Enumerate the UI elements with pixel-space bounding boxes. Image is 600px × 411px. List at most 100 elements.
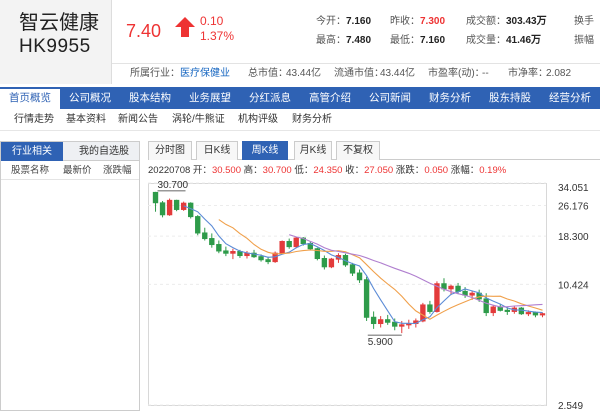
candle-body <box>448 285 454 290</box>
volume-label: 成交量： <box>466 35 506 46</box>
y-tick-label: 18.300 <box>558 232 589 243</box>
pe-label: 市盈率(动)： <box>428 68 485 79</box>
subnav-item[interactable]: 财务分析 <box>292 109 332 131</box>
candle-body <box>370 316 377 325</box>
pe-value: -- <box>482 68 489 79</box>
prev-close-label: 昨收： <box>390 16 420 27</box>
chart-tab[interactable]: 不复权 <box>336 141 380 160</box>
ma10-line <box>218 219 543 320</box>
candle-body <box>377 319 384 325</box>
candle-close-label: 收： <box>345 165 365 176</box>
nav-item[interactable]: 业务展望 <box>180 87 240 109</box>
candle-body <box>237 251 243 257</box>
total-mv-label: 总市值： <box>248 68 288 79</box>
pb-label: 市净率： <box>508 68 548 79</box>
candle-body <box>539 313 546 316</box>
candle-low: 24.350 <box>313 165 343 176</box>
candle-body <box>321 258 328 268</box>
candle-body <box>525 312 532 315</box>
change-value: 0.10 <box>200 14 224 28</box>
y-tick-label: 34.051 <box>558 183 589 194</box>
y-tick-label: 26.176 <box>558 202 589 213</box>
nav-item[interactable]: 首页概览 <box>0 87 60 109</box>
col-change[interactable]: 涨跌幅 <box>103 161 132 180</box>
company-info-row: 所属行业： 医疗保健业 总市值： 43.44亿 流通市值： 43.44亿 市盈率… <box>112 64 600 84</box>
candle-body <box>497 306 503 311</box>
stock-page: 智云健康 HK9955 7.40 0.10 1.37% 今开：7.160 最高：… <box>0 0 600 411</box>
price-change: 0.10 1.37% <box>200 14 234 44</box>
float-mv-value: 43.44亿 <box>380 68 416 79</box>
candle-body <box>490 306 496 314</box>
volume-value: 41.46万 <box>506 35 542 46</box>
subnav-item[interactable]: 机构评级 <box>238 109 278 131</box>
stats-col-volume: 成交额：303.43万 成交量：41.46万 <box>466 12 547 50</box>
candle-body <box>363 279 370 318</box>
candle-body <box>159 202 166 216</box>
industry-link[interactable]: 医疗保健业 <box>180 64 230 84</box>
candle-body <box>209 238 215 246</box>
candle-body <box>195 216 201 234</box>
stats-col-rate: 换手 振幅 <box>574 12 594 50</box>
stats-col-open: 今开：7.160 最高：7.480 <box>316 12 371 50</box>
total-mv-value: 43.44亿 <box>286 68 322 79</box>
chart-tab[interactable]: 日K线 <box>196 141 238 160</box>
nav-item[interactable]: 分红派息 <box>240 87 300 109</box>
subnav-item[interactable]: 新闻公告 <box>118 109 158 131</box>
low-value: 7.160 <box>420 35 446 46</box>
candle-high-label: 高： <box>243 165 263 176</box>
sub-nav: 行情走势 基本资料 新闻公告 涡轮/牛熊证 机构评级 财务分析 <box>0 109 600 131</box>
open-label: 今开： <box>316 16 346 27</box>
chart-tab[interactable]: 周K线 <box>242 141 288 160</box>
max-price-label: 30.700 <box>158 180 189 191</box>
col-price[interactable]: 最新价 <box>63 161 92 180</box>
candle-high: 30.700 <box>262 165 292 176</box>
nav-item[interactable]: 股本结构 <box>120 87 180 109</box>
nav-item[interactable]: 公司概况 <box>60 87 120 109</box>
nav-item[interactable]: 公司新闻 <box>360 87 420 109</box>
candle-chgpct-label: 涨幅： <box>450 165 480 176</box>
nav-item[interactable]: 财务分析 <box>420 87 480 109</box>
candle-body <box>518 307 525 315</box>
candle-body <box>173 199 180 210</box>
candle-chgpct: 0.19% <box>479 165 507 176</box>
candle-body <box>483 298 489 314</box>
turnover-label: 成交额： <box>466 16 506 27</box>
industry-label: 所属行业： <box>130 68 180 79</box>
col-name[interactable]: 股票名称 <box>11 161 49 180</box>
candle-low-label: 低： <box>294 165 314 176</box>
candle-body <box>349 264 356 274</box>
candle-body <box>166 199 173 216</box>
related-tabs: 行业相关 我的自选股 <box>1 142 139 161</box>
weekly-kline-chart[interactable]: 34.051 26.176 18.300 10.424 2.549 30.700 5.900 <box>148 177 600 411</box>
float-mv-label: 流通市值： <box>334 68 384 79</box>
candle-body <box>293 237 299 248</box>
chart-tabs: 分时图 日K线 周K线 月K线 不复权 <box>148 141 600 160</box>
candle-body <box>504 309 510 312</box>
amplitude-label: 振幅 <box>574 35 594 46</box>
chart-tab[interactable]: 月K线 <box>294 141 332 160</box>
low-label: 最低： <box>390 35 420 46</box>
stock-name: 智云健康 <box>19 10 99 34</box>
candle-info: 20220708 开：30.500 高：30.700 低：24.350 收：27… <box>148 162 506 176</box>
candle-body <box>427 304 433 312</box>
tab-watchlist[interactable]: 我的自选股 <box>71 142 137 161</box>
nav-item[interactable]: 高管介绍 <box>300 87 360 109</box>
candle-body <box>279 240 285 254</box>
stock-identity: 智云健康 HK9955 <box>0 0 112 84</box>
tab-industry[interactable]: 行业相关 <box>1 142 63 161</box>
chart-tab[interactable]: 分时图 <box>148 141 192 160</box>
nav-item[interactable]: 股东持股 <box>480 87 540 109</box>
change-percent: 1.37% <box>200 29 235 43</box>
subnav-item[interactable]: 基本资料 <box>66 109 106 131</box>
candle-body <box>399 324 405 327</box>
nav-item[interactable]: 经营分析 <box>540 87 600 109</box>
subnav-item[interactable]: 涡轮/牛熊证 <box>172 109 225 131</box>
subnav-item[interactable]: 行情走势 <box>14 109 54 131</box>
stock-code: HK9955 <box>19 36 91 57</box>
candle-close: 27.050 <box>364 165 394 176</box>
candle-body <box>152 191 159 204</box>
open-value: 7.160 <box>346 16 372 27</box>
chart-panel: 分时图 日K线 周K线 月K线 不复权 20220708 开：30.500 高：30.7… <box>148 141 600 411</box>
candle-open: 30.500 <box>211 165 241 176</box>
candle-body <box>328 258 335 268</box>
